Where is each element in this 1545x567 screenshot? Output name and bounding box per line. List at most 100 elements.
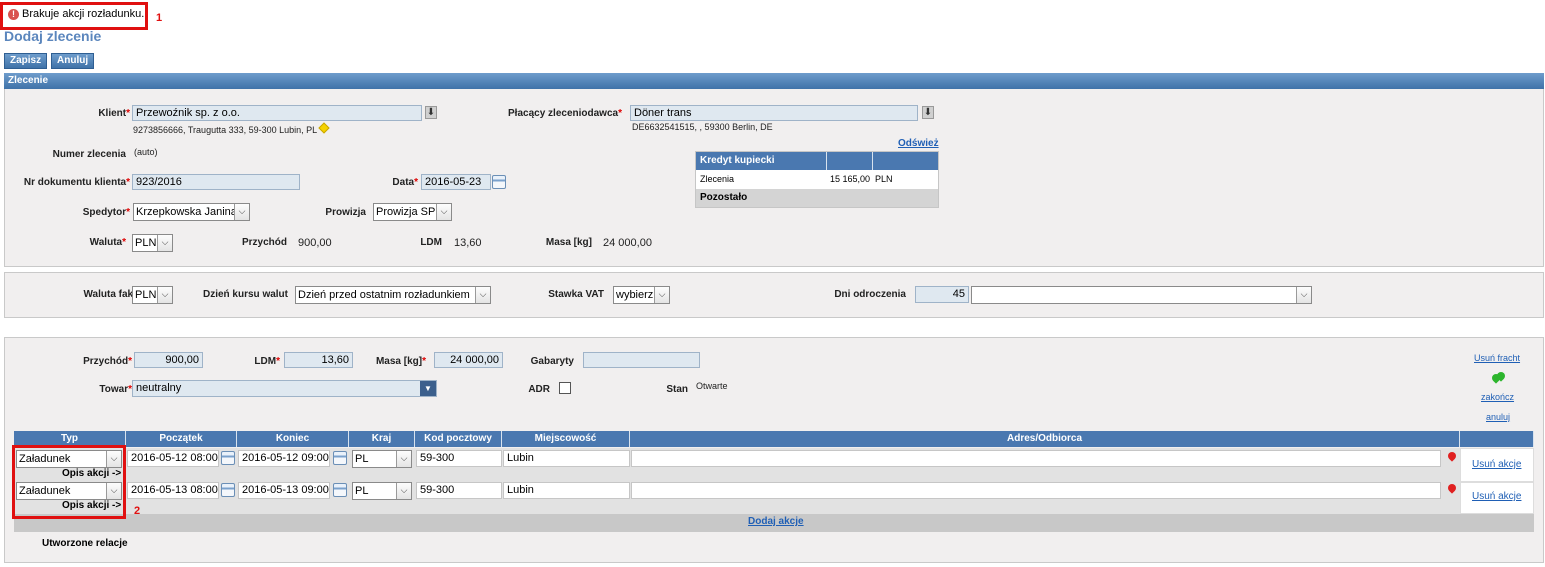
alert-message: Brakuje akcji rozładunku.	[22, 8, 145, 20]
invoice-currency-value: PLN	[135, 289, 157, 301]
calendar-icon[interactable]	[333, 483, 347, 497]
freight-ldm-label: LDM*	[254, 356, 280, 367]
row1-remove-link[interactable]: Usuń akcje	[1472, 459, 1521, 470]
credit-row-label: Zlecenia	[700, 174, 735, 184]
freight-mass-label: Masa [kg]*	[375, 356, 426, 367]
vat-select[interactable]: wybierz ⌵	[613, 286, 670, 304]
credit-divider	[872, 152, 873, 170]
row2-city-input[interactable]: Lubin	[503, 482, 630, 499]
chevron-down-icon: ⌵	[654, 287, 669, 303]
col-header-city: Miejscowość	[502, 431, 630, 447]
deferral-label: Dni odroczenia	[834, 289, 906, 300]
currency-value: PLN	[135, 237, 157, 249]
rate-day-label: Dzień kursu walut	[202, 289, 288, 300]
goods-select[interactable]: neutralny ▼	[132, 380, 437, 397]
add-action-link[interactable]: Dodaj akcje	[748, 516, 804, 527]
goods-value: neutralny	[136, 382, 182, 394]
error-icon: !	[8, 9, 19, 20]
order-number-value: (auto)	[134, 147, 158, 157]
order-section-header: Zlecenie	[4, 73, 1544, 89]
credit-row2-label: Pozostało	[700, 192, 748, 203]
row1-start-input[interactable]: 2016-05-12 08:00	[127, 450, 219, 467]
deferral-input[interactable]: 45	[915, 286, 969, 303]
currency-label: Waluta*	[89, 237, 126, 248]
page-title: Dodaj zlecenie	[4, 28, 102, 44]
remove-freight-link[interactable]: Usuń fracht	[1474, 353, 1520, 363]
chevron-down-icon: ⌵	[396, 483, 411, 499]
calendar-icon[interactable]	[333, 451, 347, 465]
row1-postal-input[interactable]: 59-300	[416, 450, 502, 467]
row2-country-select[interactable]: PL ⌵	[352, 482, 412, 500]
annotation-number-1: 1	[156, 12, 163, 24]
calendar-icon[interactable]	[221, 451, 235, 465]
credit-row2: Pozostało	[696, 189, 938, 207]
deferral-select[interactable]: ⌵	[971, 286, 1312, 304]
vat-value: wybierz	[616, 289, 654, 301]
freight-income-label: Przychód*	[83, 356, 132, 367]
freight-ldm-input[interactable]: 13,60	[284, 352, 353, 368]
forwarder-label: Spedytor*	[82, 207, 130, 218]
freight-mass-input[interactable]: 24 000,00	[434, 352, 503, 368]
credit-row-amount: 15 165,00	[830, 174, 871, 184]
forwarder-value: Krzepkowska Janina	[136, 206, 237, 218]
currency-select[interactable]: PLN ⌵	[132, 234, 173, 252]
date-input[interactable]: 2016-05-23	[421, 174, 491, 190]
order-number-label: Numer zlecenia	[52, 149, 126, 160]
payer-label: Płacący zleceniodawca*	[508, 108, 622, 119]
refresh-link[interactable]: Odśwież	[898, 138, 939, 149]
row2-address-input[interactable]	[631, 482, 1441, 499]
ldm-label: LDM	[420, 237, 442, 248]
row1-address-input[interactable]	[631, 450, 1441, 467]
cancel-link[interactable]: anuluj	[1486, 412, 1510, 422]
chevron-down-icon: ⌵	[475, 287, 490, 303]
cancel-button[interactable]: Anuluj	[51, 53, 95, 69]
save-button[interactable]: Zapisz	[4, 53, 48, 69]
rate-day-value: Dzień przed ostatnim rozładunkiem	[298, 289, 470, 301]
freight-income-input[interactable]: 900,00	[134, 352, 203, 368]
client-label: Klient*	[98, 108, 130, 119]
calendar-icon[interactable]	[221, 483, 235, 497]
income-label: Przychód	[241, 237, 287, 248]
date-calendar-icon[interactable]	[492, 175, 506, 189]
row2-remove-link[interactable]: Usuń akcje	[1472, 491, 1521, 502]
row1-end-input[interactable]: 2016-05-12 09:00	[238, 450, 330, 467]
row2-start-input[interactable]: 2016-05-13 08:00	[127, 482, 219, 499]
income-value: 900,00	[298, 237, 332, 249]
col-header-country: Kraj	[349, 431, 415, 447]
chevron-down-icon: ⌵	[396, 451, 411, 467]
credit-table: Kredyt kupiecki Zlecenia 15 165,00 PLN P…	[695, 151, 939, 208]
client-address: 9273856666, Traugutta 333, 59-300 Lubin,…	[133, 125, 318, 135]
col-header-start: Początek	[126, 431, 237, 447]
col-header-end: Koniec	[237, 431, 349, 447]
mass-label: Masa [kg]	[545, 237, 592, 248]
payer-input[interactable]: Döner trans	[630, 105, 918, 121]
row2-end-input[interactable]: 2016-05-13 09:00	[238, 482, 330, 499]
credit-header: Kredyt kupiecki	[696, 152, 938, 170]
annotation-box-2	[12, 445, 126, 519]
commission-select[interactable]: Prowizja SP ⌵	[373, 203, 452, 221]
col-header-postal: Kod pocztowy	[415, 431, 502, 447]
row2-postal-input[interactable]: 59-300	[416, 482, 502, 499]
finish-link[interactable]: zakończ	[1481, 392, 1514, 402]
col-header-address: Adres/Odbiorca	[630, 431, 1460, 447]
client-doc-input[interactable]: 923/2016	[132, 174, 300, 190]
payer-download-icon[interactable]: ⬇	[922, 106, 934, 119]
chevron-down-icon: ⌵	[234, 204, 249, 220]
row1-city-input[interactable]: Lubin	[503, 450, 630, 467]
row1-country-select[interactable]: PL ⌵	[352, 450, 412, 468]
goods-label: Towar*	[99, 384, 132, 395]
adr-label: ADR	[528, 384, 550, 395]
row2-country-value: PL	[355, 485, 369, 497]
chevron-down-icon: ⌵	[1296, 287, 1311, 303]
chevron-down-icon: ⌵	[157, 235, 172, 251]
commission-value: Prowizja SP	[376, 206, 436, 218]
adr-checkbox[interactable]	[559, 382, 571, 394]
rate-day-select[interactable]: Dzień przed ostatnim rozładunkiem ⌵	[295, 286, 491, 304]
forwarder-select[interactable]: Krzepkowska Janina ⌵	[133, 203, 250, 221]
credit-title: Kredyt kupiecki	[700, 155, 775, 166]
client-input[interactable]: Przewoźnik sp. z o.o.	[132, 105, 422, 121]
client-download-icon[interactable]: ⬇	[425, 106, 437, 119]
mass-value: 24 000,00	[603, 237, 652, 249]
invoice-currency-select[interactable]: PLN ⌵	[132, 286, 173, 304]
dimensions-input[interactable]	[583, 352, 700, 368]
